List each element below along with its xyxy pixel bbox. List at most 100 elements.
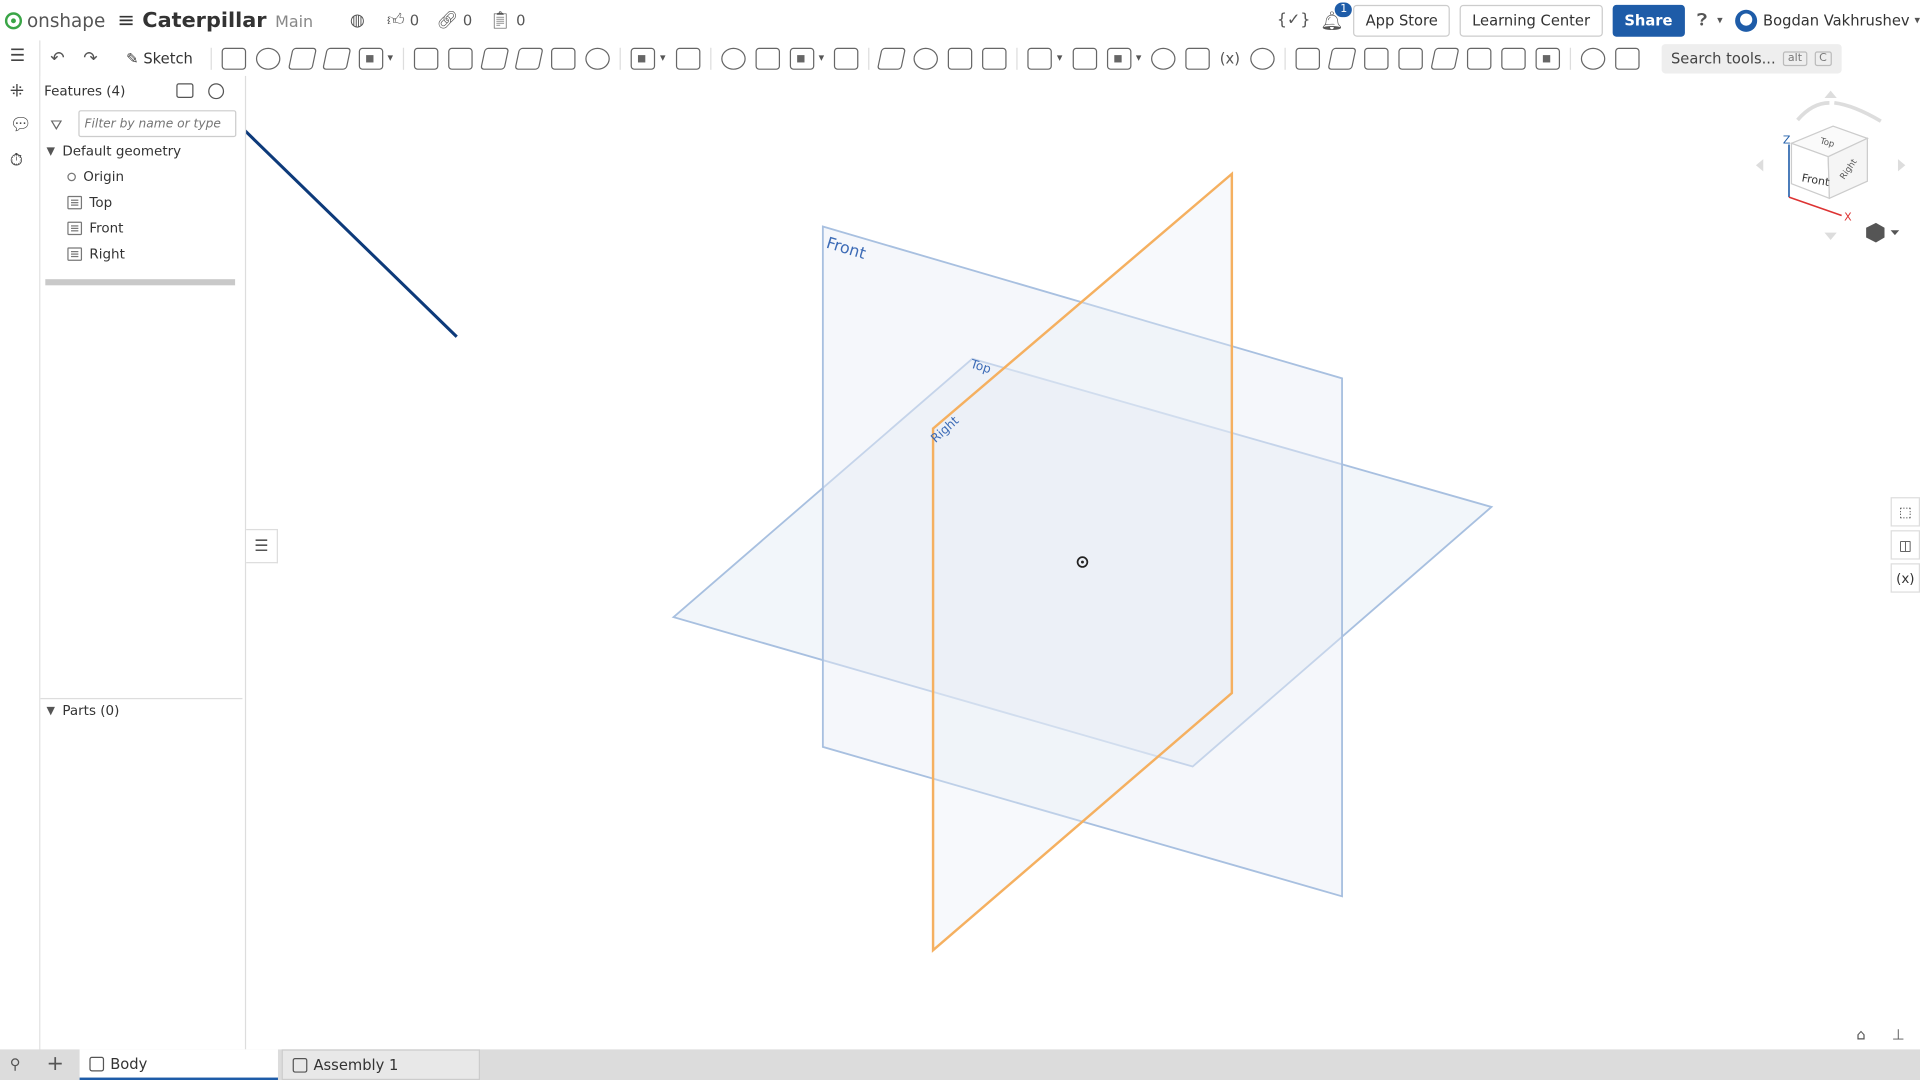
form-icon[interactable] — [1429, 47, 1460, 70]
share-button[interactable]: Share — [1612, 4, 1685, 37]
rollback-timer-icon[interactable] — [208, 83, 225, 100]
datum-planes[interactable]: Front Top Right Front Top Right Z X — [246, 76, 1920, 1049]
variable-icon[interactable]: (x) — [1220, 50, 1240, 67]
mate-connector-icon[interactable] — [1072, 47, 1097, 70]
revolve-icon[interactable] — [255, 47, 280, 70]
rotate-up-arrow[interactable] — [1824, 90, 1837, 98]
chevron-down-icon[interactable]: ▾ — [388, 52, 394, 64]
fillet-icon[interactable] — [413, 47, 439, 70]
rib-icon[interactable] — [514, 47, 544, 70]
feature-item-right[interactable]: Right — [67, 246, 125, 262]
thicken-icon[interactable] — [358, 47, 383, 70]
mass-properties-button[interactable]: ◫ — [1890, 530, 1920, 560]
chevron-down-icon: ▼ — [46, 145, 56, 158]
onshape-logo[interactable]: onshape — [4, 9, 105, 31]
draft-icon[interactable] — [480, 47, 510, 70]
redo-icon[interactable]: ↷ — [83, 48, 97, 68]
insert-icon[interactable]: ⁜ — [10, 82, 24, 102]
tab-body[interactable]: Body — [79, 1049, 278, 1080]
undo-icon[interactable]: ↶ — [50, 48, 64, 68]
feature-list-icon[interactable]: ☰ — [10, 47, 25, 67]
plane-icon[interactable] — [1027, 47, 1052, 70]
feature-item-front[interactable]: Front — [67, 220, 123, 236]
section-view-icon[interactable]: ⌂ — [1856, 1026, 1865, 1043]
settings-gear-icon[interactable] — [1580, 47, 1605, 70]
history-icon[interactable]: ⏱︎ — [10, 151, 23, 171]
default-geometry-group[interactable]: ▼ Default geometry — [47, 143, 182, 159]
sheet-metal-icon[interactable] — [1295, 47, 1320, 70]
document-title[interactable]: Caterpillar — [142, 8, 266, 32]
boolean-icon[interactable] — [720, 47, 746, 70]
help-icon[interactable]: ❓︎ ▾ — [1697, 10, 1723, 30]
appearance-panel-button[interactable]: ⬚ — [1890, 497, 1920, 527]
loft-icon[interactable] — [321, 47, 351, 70]
tab-icon[interactable] — [1363, 47, 1389, 70]
move-face-icon[interactable] — [947, 47, 973, 70]
thumbs-up-icon: 👍︎ — [386, 11, 405, 31]
finish-sheet-icon[interactable] — [1535, 47, 1560, 70]
parts-group[interactable]: ▼ Parts (0) — [47, 703, 120, 719]
flange-icon[interactable] — [1327, 47, 1357, 70]
sketch-button[interactable]: ✎ Sketch — [119, 47, 200, 69]
rollback-bar[interactable] — [45, 279, 236, 286]
shell-icon[interactable] — [551, 47, 576, 70]
variable-table-button[interactable]: (x) — [1890, 563, 1920, 593]
transform-icon[interactable] — [789, 47, 814, 70]
divider — [40, 697, 243, 700]
import-icon[interactable] — [1185, 47, 1210, 70]
left-rail: ☰ ⁜ 💬︎ ⏱︎ ⚲ — [0, 40, 41, 1080]
delete-part-icon[interactable] — [833, 47, 859, 70]
document-branch[interactable]: Main — [275, 13, 313, 31]
filter-input[interactable] — [78, 110, 237, 138]
variables-icon[interactable]: {✓} — [1277, 11, 1311, 29]
delete-face-icon[interactable] — [913, 47, 939, 70]
rotate-right-arrow[interactable] — [1897, 159, 1906, 172]
extrude-icon[interactable] — [221, 47, 246, 70]
sweep-icon[interactable] — [287, 47, 317, 70]
menu-icon[interactable]: ≡ — [117, 8, 134, 32]
notifications-button[interactable]: 🔔︎ 1 — [1320, 1, 1353, 31]
tab-assembly-1[interactable]: Assembly 1 — [281, 1049, 481, 1080]
add-folder-icon[interactable] — [176, 83, 194, 98]
search-tools-button[interactable]: Search tools... alt C — [1661, 43, 1842, 73]
scale-icon[interactable]: ⊥ — [1892, 1026, 1905, 1043]
bend-icon[interactable] — [1397, 47, 1423, 70]
chevron-down-icon[interactable]: ▾ — [1136, 52, 1142, 64]
rotate-cw-arrow[interactable] — [1834, 101, 1882, 123]
helix-icon[interactable] — [1106, 47, 1131, 70]
feature-item-top[interactable]: Top — [67, 195, 112, 211]
add-custom-tool-icon[interactable] — [1614, 47, 1640, 70]
graphics-viewport[interactable]: Front Top Right Front Top Right Z X — [246, 76, 1920, 1049]
measure-icon[interactable] — [1151, 47, 1176, 70]
chevron-down-icon[interactable]: ▾ — [819, 52, 825, 64]
app-store-button[interactable]: App Store — [1353, 4, 1451, 37]
split-icon[interactable] — [754, 47, 780, 70]
links-button[interactable]: 🔗︎ 0 — [436, 10, 472, 30]
joint-icon[interactable] — [1466, 47, 1491, 70]
rotate-down-arrow[interactable] — [1824, 232, 1837, 241]
like-button[interactable]: 👍︎ 0 — [387, 10, 419, 31]
pattern-icon[interactable] — [630, 47, 656, 70]
learning-center-button[interactable]: Learning Center — [1459, 4, 1603, 37]
mirror-icon[interactable] — [675, 47, 700, 70]
replace-face-icon[interactable] — [982, 47, 1007, 70]
filter-icon[interactable]: ⛛ — [50, 116, 62, 134]
user-menu[interactable]: Bogdan Vakhrushev ▾ — [1734, 9, 1920, 32]
chevron-down-icon[interactable]: ▾ — [1057, 52, 1063, 64]
copies-button[interactable]: 📋︎ 0 — [489, 10, 525, 30]
chamfer-icon[interactable] — [448, 47, 473, 70]
add-tab-icon[interactable]: + — [47, 1052, 64, 1076]
rotate-ccw-arrow[interactable] — [1796, 101, 1830, 122]
modify-fillet-icon[interactable] — [876, 47, 907, 70]
rotate-left-arrow[interactable] — [1755, 159, 1764, 172]
view-cube[interactable]: Front Top Right Z X — [1755, 90, 1906, 241]
globe-icon[interactable]: ◍ — [350, 10, 365, 30]
comments-icon[interactable]: 💬︎ — [10, 115, 32, 135]
configurations-icon[interactable] — [1249, 47, 1275, 70]
chevron-down-icon[interactable]: ▾ — [660, 52, 666, 64]
feature-item-origin[interactable]: Origin — [67, 169, 124, 185]
hole-icon[interactable] — [585, 47, 610, 70]
search-tabs-icon[interactable]: ⚲ — [10, 1056, 21, 1073]
corner-icon[interactable] — [1500, 47, 1526, 70]
view-mode-icon[interactable] — [1866, 222, 1900, 243]
